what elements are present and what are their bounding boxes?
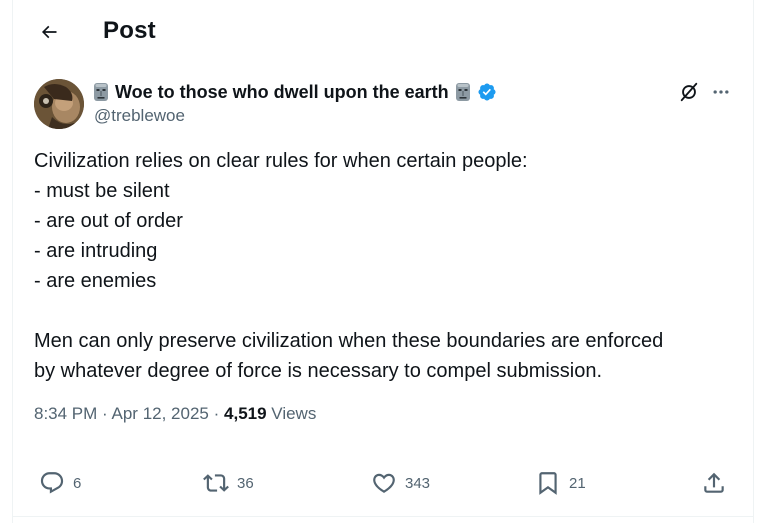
- tweet-meta: 8:34 PM · Apr 12, 2025 · 4,519 Views: [34, 404, 316, 424]
- tweet-time[interactable]: 8:34 PM: [34, 404, 97, 423]
- more-horizontal-icon: [713, 90, 729, 94]
- views-label: Views: [271, 404, 317, 423]
- heart-icon: [373, 473, 395, 493]
- author-name-row[interactable]: Woe to those who dwell upon the earth: [93, 80, 497, 104]
- avatar-image: [34, 79, 84, 129]
- divider: [13, 516, 753, 517]
- bookmark-count: 21: [569, 474, 586, 492]
- like-button[interactable]: 343: [371, 466, 430, 500]
- action-bar: 6 36 343 21: [13, 466, 753, 500]
- author-display-name: Woe to those who dwell upon the earth: [115, 81, 449, 102]
- tweet-date[interactable]: Apr 12, 2025: [112, 404, 209, 423]
- bookmark-button[interactable]: 21: [535, 466, 586, 500]
- bookmark-icon: [539, 472, 557, 495]
- more-options-button[interactable]: [709, 80, 733, 104]
- verified-badge-icon[interactable]: [477, 82, 497, 102]
- post-panel: Post Woe to those who dwell upon the ear…: [12, 0, 754, 523]
- header: Post: [13, 0, 753, 64]
- arrow-left-icon: [41, 25, 57, 39]
- repost-icon: [203, 474, 229, 492]
- reply-button[interactable]: 6: [39, 466, 81, 500]
- author-handle[interactable]: @treblewoe: [94, 106, 185, 126]
- moai-icon: [455, 83, 470, 101]
- repost-count: 36: [237, 474, 254, 492]
- grok-button[interactable]: [677, 80, 701, 104]
- like-count: 343: [405, 474, 431, 492]
- page-title: Post: [103, 17, 156, 44]
- views-count: 4,519: [224, 404, 267, 423]
- grok-icon: [680, 82, 698, 102]
- share-icon: [704, 472, 724, 493]
- tweet-text: Civilization relies on clear rules for w…: [34, 150, 664, 382]
- meta-separator: ·: [102, 404, 108, 423]
- moai-icon: [94, 83, 108, 101]
- share-button[interactable]: [701, 466, 727, 500]
- back-button[interactable]: [33, 16, 65, 48]
- reply-count: 6: [73, 474, 82, 492]
- reply-icon: [40, 472, 64, 494]
- repost-button[interactable]: 36: [203, 466, 254, 500]
- avatar[interactable]: [34, 79, 84, 129]
- meta-separator: ·: [213, 404, 220, 423]
